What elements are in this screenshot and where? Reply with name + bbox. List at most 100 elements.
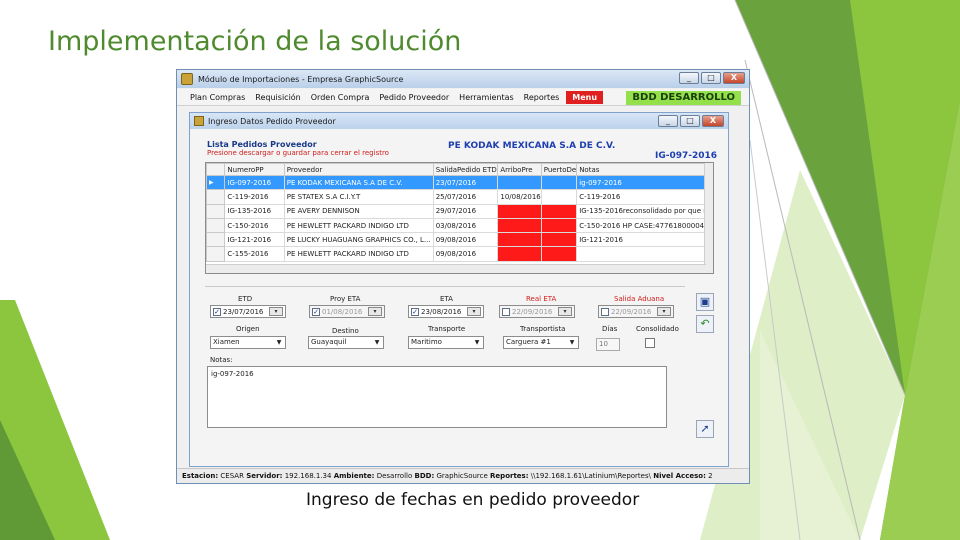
table-cell[interactable]: ig-097-2016 bbox=[576, 174, 713, 191]
menu-plan-compras[interactable]: Plan Compras bbox=[185, 93, 250, 102]
table-cell[interactable]: C-150-2016 HP CASE:477618000043 bbox=[576, 217, 713, 234]
table-cell[interactable]: IG-097-2016 bbox=[224, 174, 285, 191]
child-close-button[interactable]: X bbox=[702, 115, 724, 127]
proy-eta-checkbox[interactable]: ✓ bbox=[312, 307, 320, 316]
row-header[interactable] bbox=[206, 232, 226, 248]
calendar-dropdown-icon[interactable]: ▾ bbox=[467, 307, 481, 316]
dias-input[interactable]: 10 bbox=[596, 338, 620, 351]
maximize-button[interactable]: □ bbox=[701, 72, 721, 84]
header-arribo[interactable]: ArriboPre bbox=[497, 163, 542, 176]
table-cell[interactable]: 10/08/2016 bbox=[497, 189, 542, 205]
transporte-select[interactable]: Maritimo ▼ bbox=[408, 336, 484, 349]
header-proveedor[interactable]: Proveedor bbox=[283, 163, 434, 176]
table-row[interactable]: IG-121-2016 PE LUCKY HUAGUANG GRAPHICS CO… bbox=[206, 232, 713, 248]
table-row[interactable]: C-150-2016 PE HEWLETT PACKARD INDIGO LTD 0… bbox=[206, 217, 713, 234]
eta-date-picker[interactable]: ✓ 23/08/2016 ▾ bbox=[408, 305, 484, 318]
table-cell[interactable] bbox=[497, 232, 542, 248]
table-cell[interactable] bbox=[576, 246, 713, 262]
table-cell[interactable] bbox=[540, 246, 578, 262]
table-cell[interactable] bbox=[497, 174, 542, 191]
table-cell[interactable]: 29/07/2016 bbox=[432, 203, 499, 219]
row-header[interactable] bbox=[206, 203, 226, 219]
table-cell[interactable]: 25/07/2016 bbox=[432, 189, 499, 205]
notas-textarea[interactable]: ig-097-2016 bbox=[207, 366, 667, 428]
real-eta-checkbox[interactable] bbox=[502, 307, 510, 316]
table-cell[interactable] bbox=[540, 232, 578, 248]
destino-select[interactable]: Guayaquil ▼ bbox=[308, 336, 384, 349]
table-row[interactable]: IG-135-2016 PE AVERY DENNISON 29/07/2016 IG… bbox=[206, 203, 713, 219]
transportista-select[interactable]: Carguera #1 ▼ bbox=[503, 336, 579, 349]
table-cell[interactable]: 23/07/2016 bbox=[432, 174, 499, 191]
table-cell[interactable] bbox=[540, 203, 578, 219]
table-cell[interactable]: 03/08/2016 bbox=[432, 217, 499, 234]
calendar-dropdown-icon[interactable]: ▾ bbox=[558, 307, 572, 316]
grid-vertical-scrollbar[interactable] bbox=[704, 163, 713, 273]
menu-pedido-proveedor[interactable]: Pedido Proveedor bbox=[374, 93, 454, 102]
chevron-down-icon[interactable]: ▼ bbox=[472, 338, 482, 347]
row-header[interactable]: ▶ bbox=[206, 174, 226, 191]
table-row[interactable]: C-119-2016 PE STATEX S.A C.I.Y.T 25/07/201… bbox=[206, 189, 713, 205]
table-cell[interactable] bbox=[540, 189, 578, 205]
grid-horizontal-scrollbar[interactable] bbox=[206, 264, 706, 273]
row-header[interactable] bbox=[206, 189, 226, 205]
proy-eta-date-picker[interactable]: ✓ 01/08/2016 ▾ bbox=[309, 305, 385, 318]
table-cell[interactable]: PE LUCKY HUAGUANG GRAPHICS CO., L... bbox=[283, 232, 434, 248]
etd-checkbox[interactable]: ✓ bbox=[213, 307, 221, 316]
child-titlebar[interactable]: Ingreso Datos Pedido Proveedor _ □ X bbox=[190, 113, 728, 129]
table-cell[interactable]: C-155-2016 bbox=[224, 246, 285, 262]
menu-reportes[interactable]: Reportes bbox=[519, 93, 565, 102]
table-cell[interactable]: PE AVERY DENNISON bbox=[283, 203, 434, 219]
table-cell[interactable]: C-119-2016 bbox=[224, 189, 285, 205]
chevron-down-icon[interactable]: ▼ bbox=[274, 338, 284, 347]
table-cell[interactable] bbox=[540, 174, 578, 191]
menu-herramientas[interactable]: Herramientas bbox=[454, 93, 519, 102]
row-header[interactable] bbox=[206, 217, 226, 234]
child-maximize-button[interactable]: □ bbox=[680, 115, 700, 127]
calendar-dropdown-icon[interactable]: ▾ bbox=[269, 307, 283, 316]
etd-date-picker[interactable]: ✓ 23/07/2016 ▾ bbox=[210, 305, 286, 318]
menu-requisicion[interactable]: Requisición bbox=[250, 93, 305, 102]
real-eta-date-picker[interactable]: 22/09/2016 ▾ bbox=[499, 305, 575, 318]
chevron-down-icon[interactable]: ▼ bbox=[567, 338, 577, 347]
origen-select[interactable]: Xiamen ▼ bbox=[210, 336, 286, 349]
header-notas[interactable]: Notas bbox=[576, 163, 713, 176]
table-cell[interactable]: IG-135-2016reconsolidado por que no bbox=[576, 203, 713, 219]
child-minimize-button[interactable]: _ bbox=[658, 115, 678, 127]
header-salida-etd[interactable]: SalidaPedido ETD bbox=[432, 163, 499, 176]
table-cell[interactable] bbox=[497, 217, 542, 234]
table-cell[interactable]: C-150-2016 bbox=[224, 217, 285, 234]
table-cell[interactable]: 09/08/2016 bbox=[432, 246, 499, 262]
header-puerto[interactable]: PuertoDe bbox=[540, 163, 578, 176]
undo-icon[interactable]: ↶ bbox=[696, 315, 714, 333]
table-cell[interactable]: PE STATEX S.A C.I.Y.T bbox=[283, 189, 434, 205]
eta-checkbox[interactable]: ✓ bbox=[411, 307, 419, 316]
salida-aduana-checkbox[interactable] bbox=[601, 307, 609, 316]
table-cell[interactable]: 09/08/2016 bbox=[432, 232, 499, 248]
calendar-dropdown-icon[interactable]: ▾ bbox=[368, 307, 382, 316]
table-cell[interactable] bbox=[497, 246, 542, 262]
minimize-button[interactable]: _ bbox=[679, 72, 699, 84]
chevron-down-icon[interactable]: ▼ bbox=[372, 338, 382, 347]
table-cell[interactable]: C-119-2016 bbox=[576, 189, 713, 205]
table-cell[interactable] bbox=[540, 217, 578, 234]
table-cell[interactable]: PE KODAK MEXICANA S.A DE C.V. bbox=[283, 174, 434, 191]
save-icon[interactable]: ▣ bbox=[696, 293, 714, 311]
table-cell[interactable]: IG-135-2016 bbox=[224, 203, 285, 219]
table-cell[interactable]: PE HEWLETT PACKARD INDIGO LTD bbox=[283, 246, 434, 262]
calendar-dropdown-icon[interactable]: ▾ bbox=[657, 307, 671, 316]
table-cell[interactable] bbox=[497, 203, 542, 219]
header-numero-pp[interactable]: NumeroPP bbox=[224, 163, 285, 176]
table-row[interactable]: ▶ IG-097-2016 PE KODAK MEXICANA S.A DE C.V… bbox=[206, 174, 713, 191]
table-cell[interactable]: PE HEWLETT PACKARD INDIGO LTD bbox=[283, 217, 434, 234]
table-cell[interactable]: IG-121-2016 bbox=[576, 232, 713, 248]
salida-aduana-date-picker[interactable]: 22/09/2016 ▾ bbox=[598, 305, 674, 318]
row-header[interactable] bbox=[206, 246, 226, 262]
table-row[interactable]: C-155-2016 PE HEWLETT PACKARD INDIGO LTD 0… bbox=[206, 246, 713, 262]
consolidado-checkbox[interactable] bbox=[645, 338, 655, 348]
menu-orden-compra[interactable]: Orden Compra bbox=[306, 93, 375, 102]
table-cell[interactable]: IG-121-2016 bbox=[224, 232, 285, 248]
close-button[interactable]: X bbox=[723, 72, 745, 84]
pin-icon[interactable]: ➚ bbox=[696, 420, 714, 438]
app-titlebar[interactable]: Módulo de Importaciones - Empresa Graphi… bbox=[177, 70, 749, 88]
menu-highlight[interactable]: Menu bbox=[566, 90, 604, 104]
